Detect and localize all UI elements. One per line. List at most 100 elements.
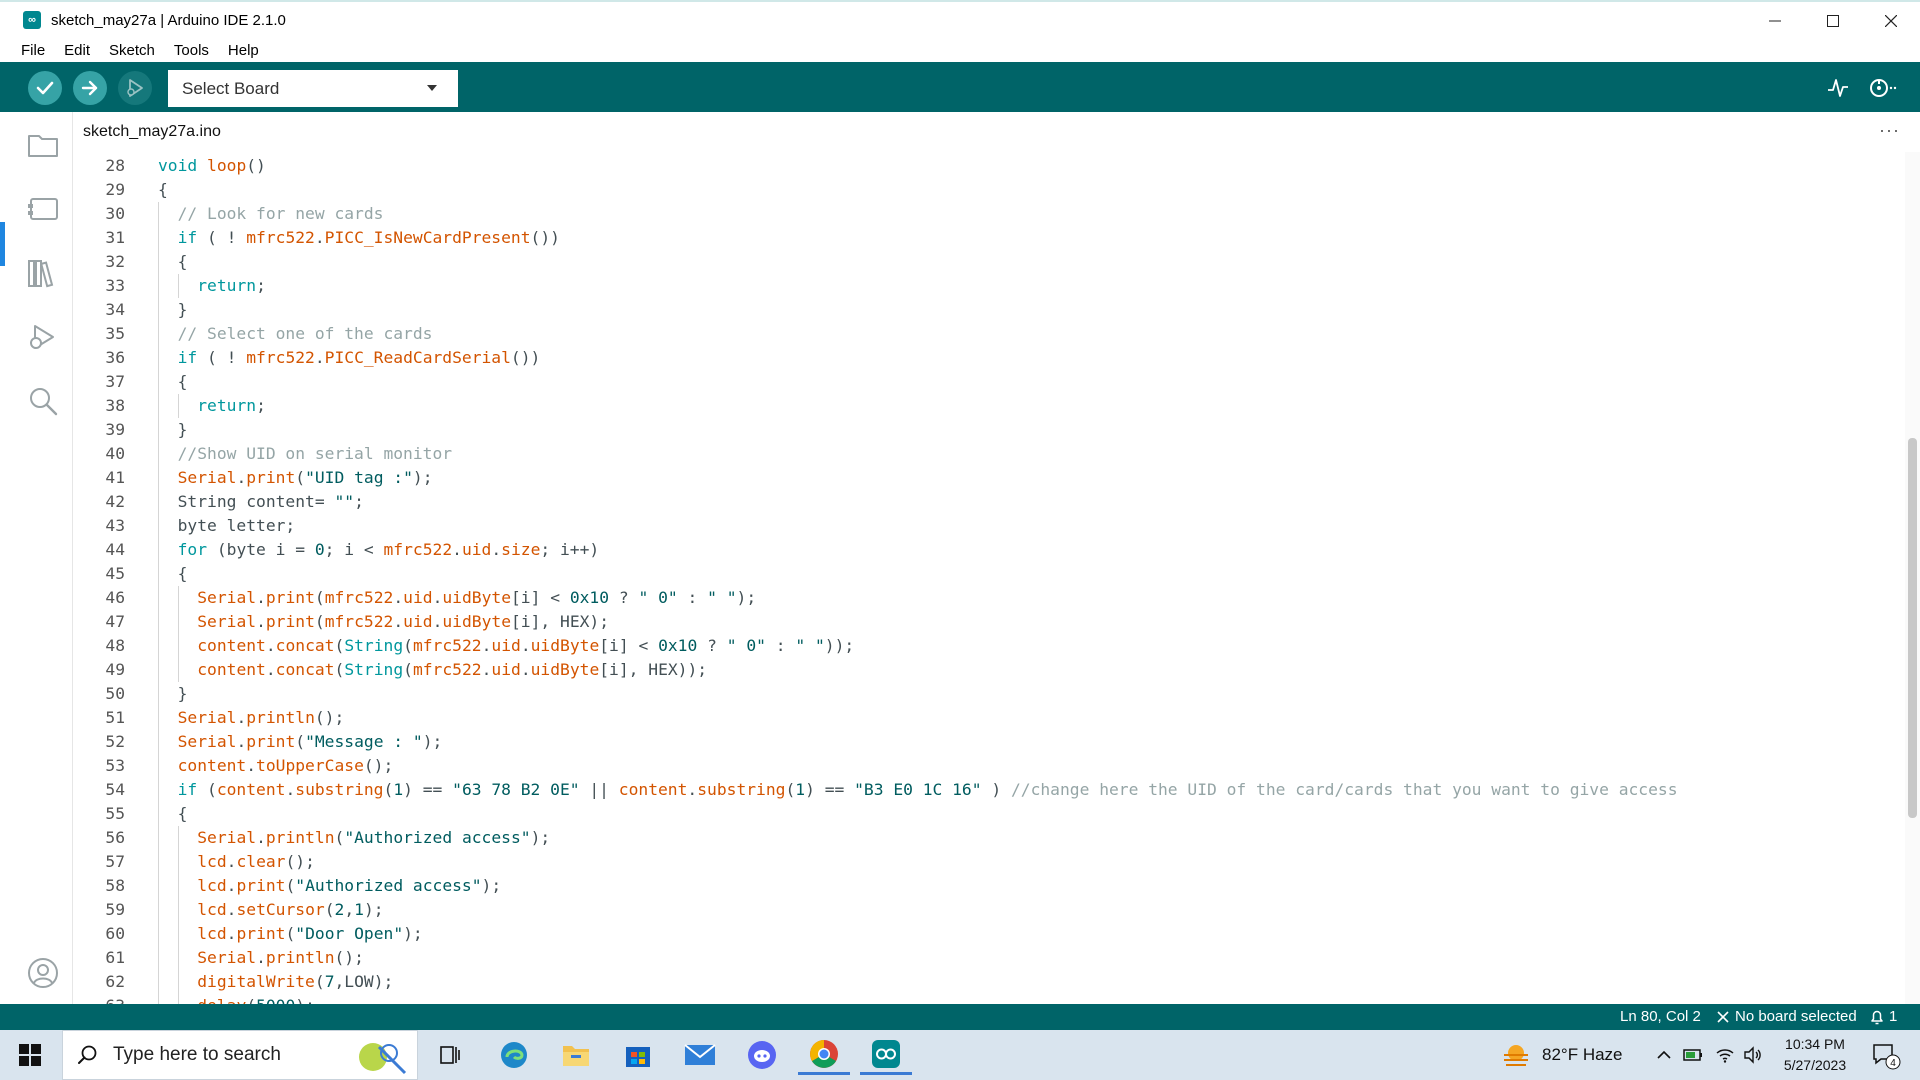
search-placeholder: Type here to search — [113, 1044, 281, 1065]
line-number: 42 — [105, 492, 125, 511]
code-line[interactable]: 61 Serial.println(); — [73, 946, 1905, 970]
code-line[interactable]: 57 lcd.clear(); — [73, 850, 1905, 874]
debug-sidebar-button[interactable] — [26, 320, 60, 354]
cursor-position[interactable]: Ln 80, Col 2 — [1620, 1008, 1701, 1025]
serial-plotter-button[interactable] — [1823, 75, 1853, 101]
code-line[interactable]: 34} — [73, 298, 1905, 322]
code-line[interactable]: 38 return; — [73, 394, 1905, 418]
code-line[interactable]: 63 delay(5000); — [73, 994, 1905, 1004]
task-view-button[interactable] — [424, 1035, 476, 1075]
taskbar-clock[interactable]: 10:34 PM 5/27/2023 — [1765, 1034, 1865, 1076]
code-line[interactable]: 43 byte letter; — [73, 514, 1905, 538]
code-line[interactable]: 42 String content= ""; — [73, 490, 1905, 514]
code-token: "" — [334, 492, 355, 511]
indent-guide — [158, 466, 159, 490]
code-text: void loop() — [158, 154, 266, 178]
code-line[interactable]: 35 // Select one of the cards — [73, 322, 1905, 346]
code-line[interactable]: 33 return; — [73, 274, 1905, 298]
discord-app[interactable] — [736, 1035, 788, 1075]
upload-button[interactable] — [73, 71, 107, 105]
code-line[interactable]: 44 for (byte i = 0; i < mfrc522.uid.size;… — [73, 538, 1905, 562]
battery-tray-icon[interactable] — [1680, 1030, 1706, 1080]
show-hidden-icons-button[interactable] — [1652, 1030, 1676, 1080]
menu-edit[interactable]: Edit — [64, 42, 90, 59]
code-token: ( ! — [197, 228, 247, 247]
code-line[interactable]: 59 lcd.setCursor(2,1); — [73, 898, 1905, 922]
library-icon — [28, 260, 54, 288]
code-line[interactable]: 32 { — [73, 250, 1905, 274]
code-line[interactable]: 49 content.concat(String(mfrc522.uid.uidB… — [73, 658, 1905, 682]
indent-guide — [158, 610, 159, 634]
code-line[interactable]: 47 Serial.print(mfrc522.uid.uidByte[i], H… — [73, 610, 1905, 634]
menu-tools[interactable]: Tools — [174, 42, 209, 59]
code-line[interactable]: 60 lcd.print("Door Open"); — [73, 922, 1905, 946]
microsoft-store-app[interactable] — [612, 1035, 664, 1075]
line-number: 28 — [105, 156, 125, 175]
editor-vertical-scrollbar[interactable] — [1905, 152, 1920, 1004]
board-status[interactable]: No board selected — [1717, 1008, 1857, 1025]
code-token: . — [265, 636, 276, 655]
network-tray-icon[interactable] — [1712, 1030, 1738, 1080]
code-line[interactable]: 58 lcd.print("Authorized access"); — [73, 874, 1905, 898]
serial-monitor-button[interactable] — [1868, 75, 1898, 101]
arduino-ide-app[interactable] — [860, 1035, 912, 1075]
more-options-button[interactable]: ··· — [1879, 120, 1900, 141]
code-line[interactable]: 31 if ( ! mfrc522.PICC_IsNewCardPresent()… — [73, 226, 1905, 250]
action-center-button[interactable]: 4 — [1866, 1040, 1906, 1072]
code-line[interactable]: 28 void loop() — [73, 154, 1905, 178]
chrome-app[interactable] — [798, 1035, 850, 1075]
code-line[interactable]: 45 { — [73, 562, 1905, 586]
verify-button[interactable] — [28, 71, 62, 105]
code-text: digitalWrite(7,LOW); — [197, 970, 393, 994]
code-line[interactable]: 56 Serial.println("Authorized access"); — [73, 826, 1905, 850]
mail-app[interactable] — [674, 1035, 726, 1075]
code-token: . — [226, 876, 237, 895]
status-notifications[interactable]: 1 — [1870, 1008, 1897, 1025]
tab-sketch-file[interactable]: sketch_may27a.ino — [83, 112, 221, 152]
search-sidebar-button[interactable] — [26, 384, 60, 418]
code-line[interactable]: 52 Serial.print("Message : "); — [73, 730, 1905, 754]
code-line[interactable]: 39} — [73, 418, 1905, 442]
indent-guide — [158, 394, 159, 418]
code-line[interactable]: 40 //Show UID on serial monitor — [73, 442, 1905, 466]
code-token: . — [491, 540, 502, 559]
indent-guide — [177, 658, 179, 682]
minimize-button[interactable] — [1746, 2, 1804, 40]
code-line[interactable]: 54 if (content.substring(1) == "63 78 B2 … — [73, 778, 1905, 802]
code-editor[interactable]: 28 void loop() 29{30// Look for new cards 3… — [73, 152, 1905, 1004]
code-line[interactable]: 37 { — [73, 370, 1905, 394]
edge-app[interactable] — [488, 1035, 540, 1075]
code-line[interactable]: 46 Serial.print(mfrc522.uid.uidByte[i] < … — [73, 586, 1905, 610]
profile-button[interactable] — [26, 956, 60, 990]
menu-help[interactable]: Help — [228, 42, 259, 59]
debug-button[interactable] — [118, 71, 152, 105]
maximize-button[interactable] — [1804, 2, 1862, 40]
code-line[interactable]: 53 content.toUpperCase(); — [73, 754, 1905, 778]
code-line[interactable]: 55 { — [73, 802, 1905, 826]
taskbar-search-box[interactable]: Type here to search — [62, 1030, 418, 1080]
code-text: } — [178, 418, 188, 442]
code-line[interactable]: 29 { — [73, 178, 1905, 202]
close-button[interactable] — [1862, 2, 1920, 40]
menu-file[interactable]: File — [21, 42, 45, 59]
sketchbook-button[interactable] — [26, 128, 60, 162]
code-token: ()) — [510, 348, 541, 367]
code-line[interactable]: 41 Serial.print("UID tag :"); — [73, 466, 1905, 490]
code-line[interactable]: 36 if ( ! mfrc522.PICC_ReadCardSerial()) — [73, 346, 1905, 370]
scrollbar-thumb[interactable] — [1908, 438, 1917, 818]
start-button[interactable] — [0, 1030, 60, 1080]
code-line[interactable]: 62 digitalWrite(7,LOW); — [73, 970, 1905, 994]
indent-guide — [177, 826, 179, 850]
volume-tray-icon[interactable] — [1740, 1030, 1766, 1080]
board-select-dropdown[interactable]: Select Board — [168, 70, 458, 107]
code-token: uid — [491, 660, 521, 679]
boards-manager-button[interactable] — [26, 192, 60, 226]
code-line[interactable]: 48 content.concat(String(mfrc522.uid.uidB… — [73, 634, 1905, 658]
code-line[interactable]: 51 Serial.println(); — [73, 706, 1905, 730]
file-explorer-app[interactable] — [550, 1035, 602, 1075]
weather-widget[interactable]: 82°F Haze — [1500, 1030, 1623, 1080]
code-line[interactable]: 30 // Look for new cards — [73, 202, 1905, 226]
code-line[interactable]: 50} — [73, 682, 1905, 706]
library-manager-button[interactable] — [26, 256, 60, 290]
menu-sketch[interactable]: Sketch — [109, 42, 155, 59]
